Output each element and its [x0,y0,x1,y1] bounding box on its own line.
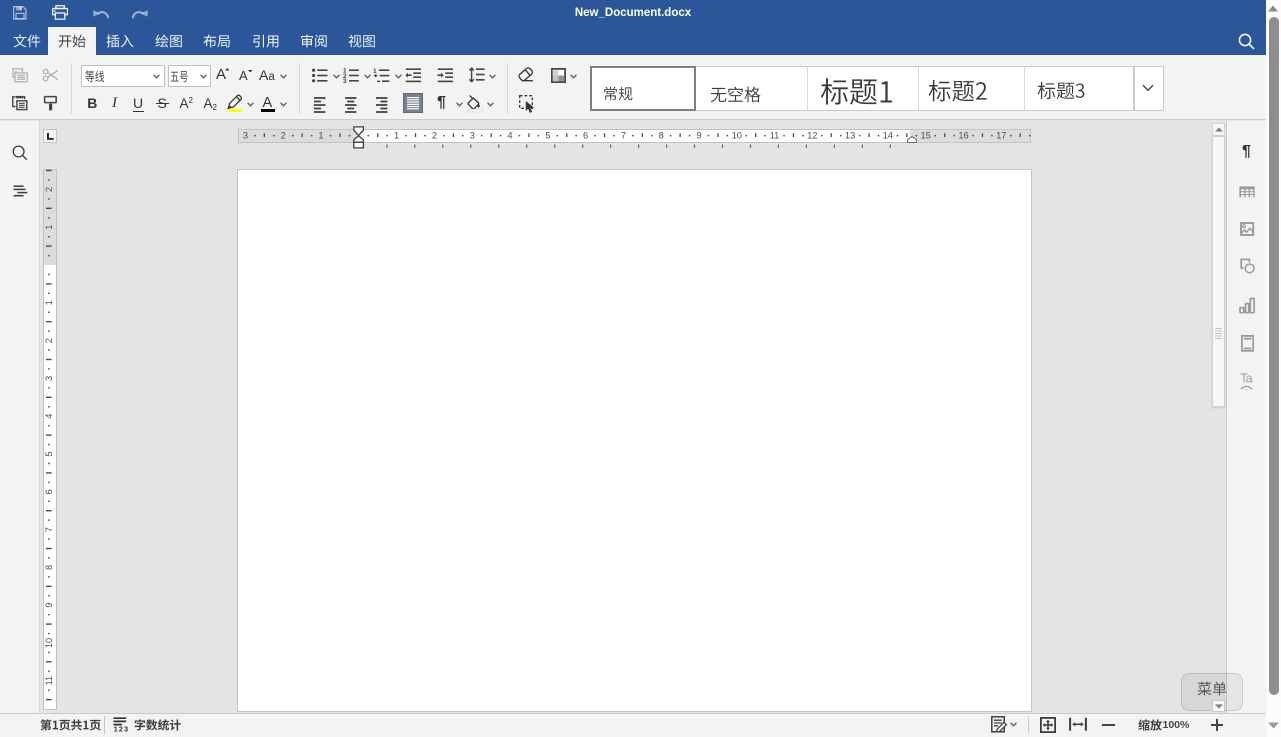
svg-text:11: 11 [44,676,54,686]
svg-text:1: 1 [44,225,54,230]
svg-text:2: 2 [44,338,54,343]
svg-text:4: 4 [44,414,54,419]
svg-text:8: 8 [44,565,54,570]
svg-text:2: 2 [44,187,54,192]
svg-text:6: 6 [44,489,54,494]
svg-text:9: 9 [44,603,54,608]
svg-text:123: 123 [114,725,128,733]
svg-text:7: 7 [44,527,54,532]
svg-text:10: 10 [44,638,54,648]
svg-text:Ta: Ta [1240,372,1252,386]
svg-text:5: 5 [44,451,54,456]
svg-text:1: 1 [44,300,54,305]
svg-text:3: 3 [44,376,54,381]
